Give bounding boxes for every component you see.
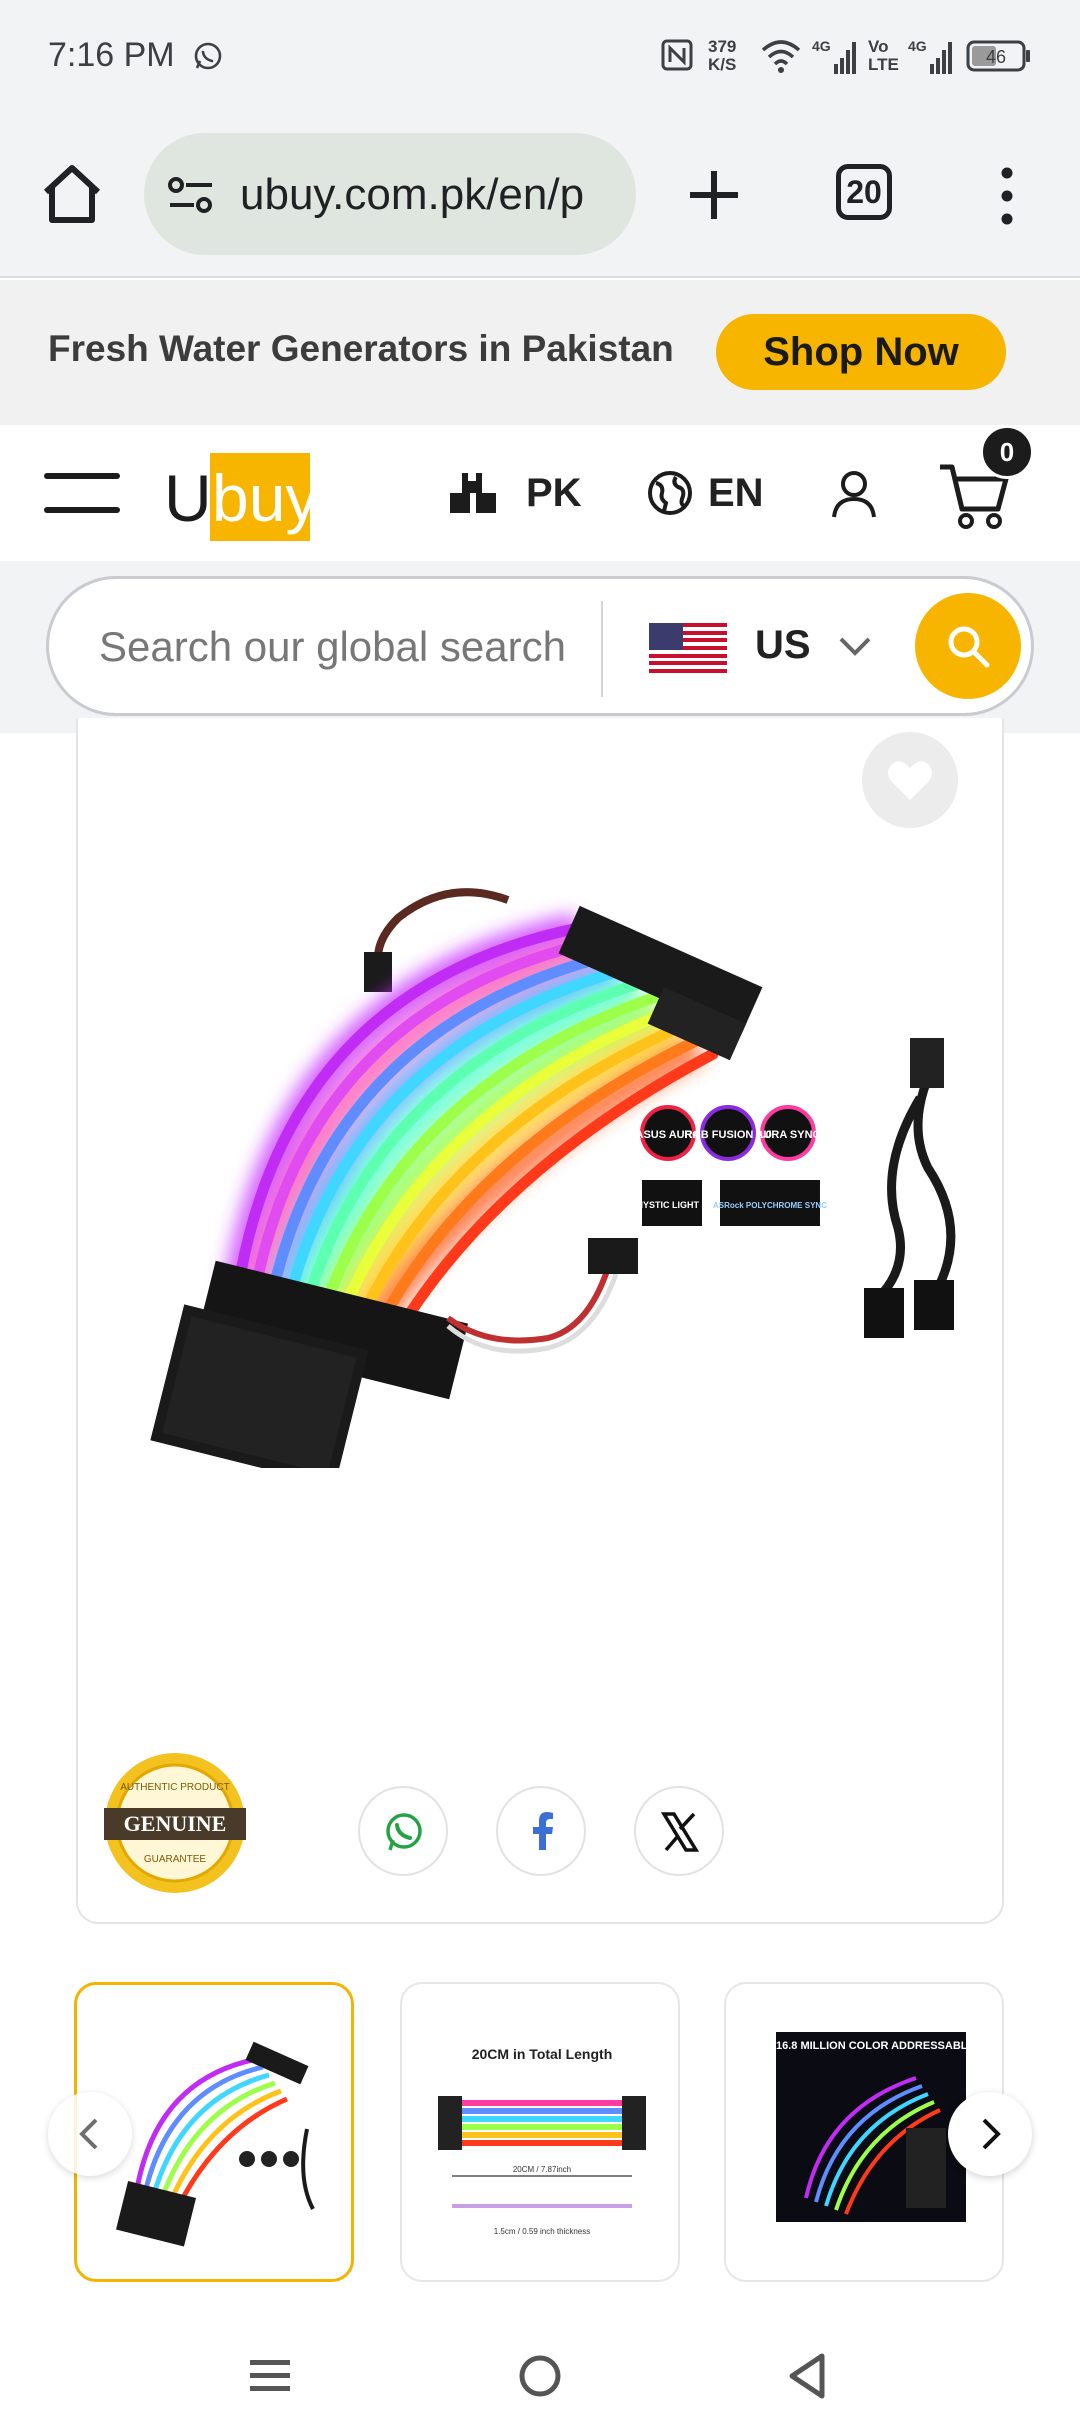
thumbnail-1-image xyxy=(116,2041,315,2247)
country-code[interactable]: US xyxy=(755,623,811,668)
battery-icon: 46 xyxy=(966,40,1030,72)
region-code[interactable]: PK xyxy=(526,471,582,516)
network-speed: 379 K/S xyxy=(708,38,736,74)
facebook-icon xyxy=(533,1812,553,1850)
battery-level: 46 xyxy=(986,47,1006,67)
site-settings-icon[interactable] xyxy=(166,173,216,217)
share-facebook-button[interactable] xyxy=(496,1786,586,1876)
us-flag-icon[interactable] xyxy=(649,623,727,673)
system-navigation-bar xyxy=(0,2310,1080,2436)
chevron-right-icon xyxy=(982,2118,1001,2150)
globe-icon[interactable] xyxy=(646,469,694,517)
x-icon xyxy=(660,1812,700,1852)
net1-label: 4G xyxy=(812,38,831,54)
thumbnail-2-thickness: 1.5cm / 0.59 inch thickness xyxy=(494,2227,591,2236)
badge-genuine: GENUINE xyxy=(124,1811,227,1836)
status-time: 7:16 PM xyxy=(48,36,175,74)
thumbnail-3-title: 16.8 MILLION COLOR ADDRESSABLE RGB xyxy=(776,2040,966,2052)
thumbnail-carousel: 20CM in Total Length 20CM / 7.87inch 1.5… xyxy=(0,1982,1080,2282)
aura-sync-label: AURA SYNC xyxy=(756,1129,821,1141)
speed-unit: K/S xyxy=(708,55,737,74)
system-home-icon[interactable] xyxy=(516,2352,564,2400)
speed-value: 379 xyxy=(708,37,737,56)
logo-buy: buy xyxy=(212,461,310,535)
thumbnail-2-image: 20CM / 7.87inch 1.5cm / 0.59 inch thickn… xyxy=(438,2096,646,2236)
signal-icon-sim1: 4G xyxy=(812,38,856,74)
badge-top-text: AUTHENTIC PRODUCT xyxy=(120,1782,229,1793)
promo-banner: Fresh Water Generators in Pakistan Shop … xyxy=(0,280,1080,425)
msi-label: msi MYSTIC LIGHT SYNC xyxy=(617,1200,727,1210)
user-account-icon[interactable] xyxy=(830,469,878,519)
nfc-icon xyxy=(661,39,693,71)
badge-bottom-text: GUARANTEE xyxy=(144,1854,207,1865)
back-icon[interactable] xyxy=(786,2352,828,2400)
asrock-label: ASRock POLYCHROME SYNC xyxy=(713,1201,827,1210)
browser-toolbar: ubuy.com.pk/en/p 20 xyxy=(0,115,1080,278)
site-header: U buy PK EN 0 xyxy=(0,425,1080,561)
thumbnail-2[interactable]: 20CM in Total Length 20CM / 7.87inch 1.5… xyxy=(400,1982,680,2282)
whatsapp-icon xyxy=(386,1813,422,1851)
share-x-button[interactable] xyxy=(634,1786,724,1876)
store-region-icon[interactable] xyxy=(448,471,498,515)
wishlist-button[interactable] xyxy=(862,732,958,828)
url-text[interactable]: ubuy.com.pk/en/p xyxy=(240,170,620,220)
search-button[interactable] xyxy=(915,593,1021,699)
signal-icon-sim2: 4G xyxy=(908,38,952,74)
product-image[interactable]: ASUS AURA RGB FUSION 2.0 AURA SYNC msi M… xyxy=(108,868,988,1468)
search-icon xyxy=(948,626,990,668)
net2-label: 4G xyxy=(908,38,927,54)
chevron-left-icon xyxy=(79,2118,98,2150)
shop-now-button[interactable]: Shop Now xyxy=(716,314,1006,390)
thumbnail-2-length: 20CM / 7.87inch xyxy=(513,2165,571,2174)
hamburger-menu-icon[interactable] xyxy=(44,471,120,515)
search-box: US xyxy=(46,576,1034,716)
chevron-down-icon[interactable] xyxy=(835,631,875,663)
wifi-icon xyxy=(761,40,801,73)
tab-switcher-button[interactable]: 20 xyxy=(836,164,892,220)
whatsapp-notification-icon xyxy=(194,42,222,70)
home-icon[interactable] xyxy=(38,160,106,228)
volte-top: Vo xyxy=(868,37,889,56)
share-whatsapp-button[interactable] xyxy=(358,1786,448,1876)
volte-bottom: LTE xyxy=(868,55,899,74)
product-image-card: ASUS AURA RGB FUSION 2.0 AURA SYNC msi M… xyxy=(76,718,1004,1924)
promo-text: Fresh Water Generators in Pakistan xyxy=(48,328,674,369)
address-bar[interactable]: ubuy.com.pk/en/p xyxy=(144,133,636,255)
recents-icon[interactable] xyxy=(248,2354,292,2398)
more-options-icon[interactable] xyxy=(990,163,1024,229)
ubuy-logo[interactable]: U buy xyxy=(164,453,310,543)
search-area: US xyxy=(0,561,1080,733)
search-divider xyxy=(601,601,603,697)
new-tab-icon[interactable] xyxy=(682,163,746,227)
language-code[interactable]: EN xyxy=(708,471,764,516)
carousel-prev-button[interactable] xyxy=(48,2092,132,2176)
logo-u: U xyxy=(164,461,212,535)
cart-count-badge: 0 xyxy=(980,425,1034,479)
search-input[interactable] xyxy=(99,619,599,675)
heart-icon xyxy=(888,761,932,800)
carousel-next-button[interactable] xyxy=(948,2092,1032,2176)
status-bar: 7:16 PM 379 K/S 4G Vo LTE 4G 46 xyxy=(0,0,1080,115)
volte-indicator: Vo LTE xyxy=(868,38,899,74)
genuine-badge: GENUINE AUTHENTIC PRODUCT GUARANTEE xyxy=(104,1753,246,1893)
